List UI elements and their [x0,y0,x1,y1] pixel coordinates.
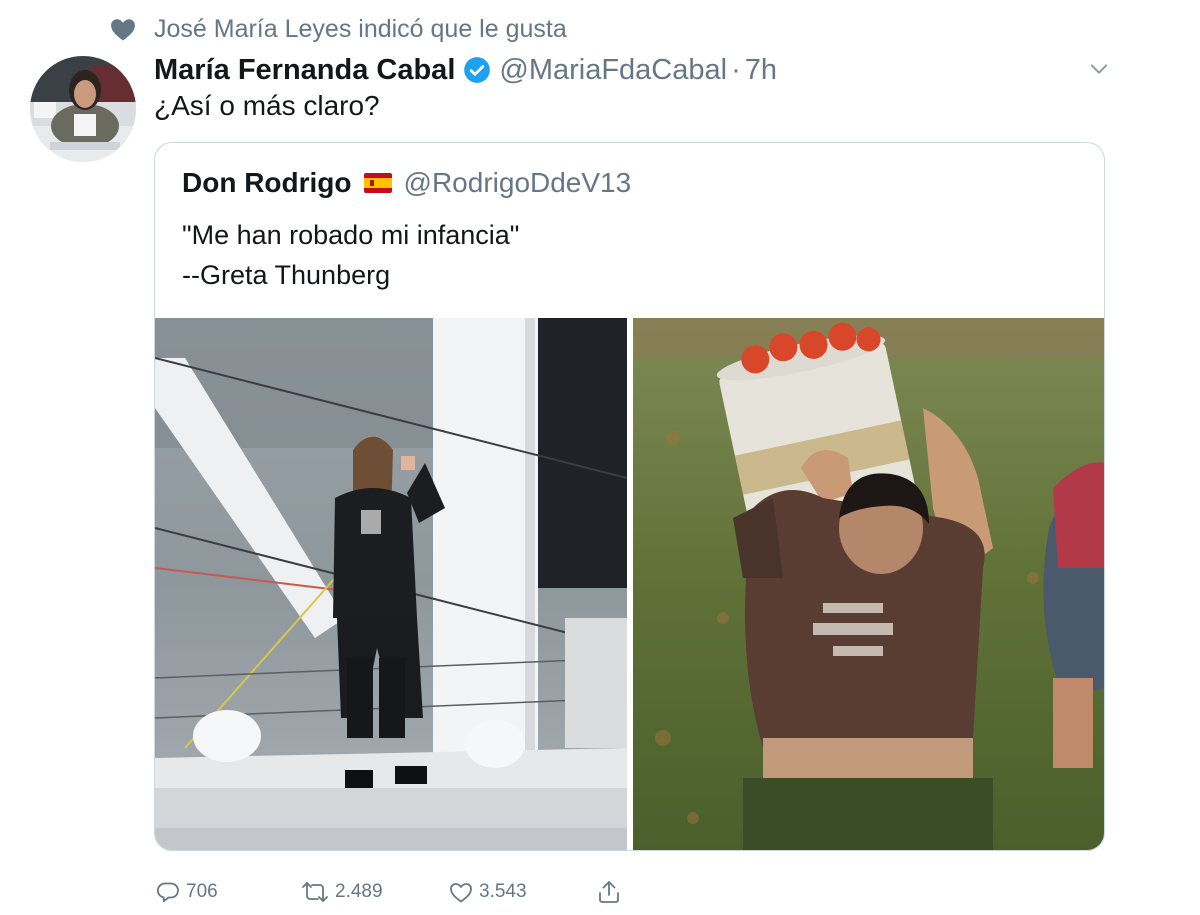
like-count: 3.543 [479,881,527,902]
author-name[interactable]: María Fernanda Cabal [154,54,455,87]
reply-icon [156,880,180,904]
social-context-text[interactable]: José María Leyes indicó que le gusta [154,15,567,44]
spain-flag-icon [352,173,392,193]
tweet-actions: 706 2.489 3.543 [156,874,621,910]
quoted-tweet[interactable]: Don Rodrigo @RodrigoDdeV13 "Me han robad… [154,142,1105,851]
heart-icon [110,17,136,41]
separator-dot: · [731,53,741,86]
quoted-tweet-text: "Me han robado mi infancia" --Greta Thun… [182,215,519,295]
like-button[interactable]: 3.543 [449,881,597,903]
share-button[interactable] [597,879,621,905]
quoted-author-name: Don Rodrigo [182,167,352,198]
retweet-count: 2.489 [335,881,383,902]
photo-girl-on-sailboat[interactable] [155,318,627,850]
tweet-header: María Fernanda Cabal @MariaFdaCabal · 7h [154,50,777,90]
share-icon [597,879,621,905]
quoted-author-handle: @RodrigoDdeV13 [403,167,632,198]
heart-outline-icon [449,881,473,903]
tweet-text: ¿Así o más claro? [154,90,380,121]
quoted-text-line-2: --Greta Thunberg [182,260,391,290]
reply-button[interactable]: 706 [156,880,301,904]
tweet-time[interactable]: 7h [745,54,777,87]
avatar[interactable] [30,56,136,162]
chevron-down-icon[interactable] [1088,58,1110,85]
retweet-icon [301,880,329,904]
retweet-button[interactable]: 2.489 [301,880,449,904]
photo-boy-carrying-bucket-in-field[interactable] [633,318,1104,850]
verified-badge-icon [463,56,491,84]
quoted-tweet-header: Don Rodrigo @RodrigoDdeV13 [182,163,631,203]
reply-count: 706 [186,881,218,902]
quoted-media [155,318,1104,850]
quoted-text-line-1: "Me han robado mi infancia" [182,220,520,250]
social-context: José María Leyes indicó que le gusta [110,12,567,46]
author-handle[interactable]: @MariaFdaCabal [499,54,727,87]
